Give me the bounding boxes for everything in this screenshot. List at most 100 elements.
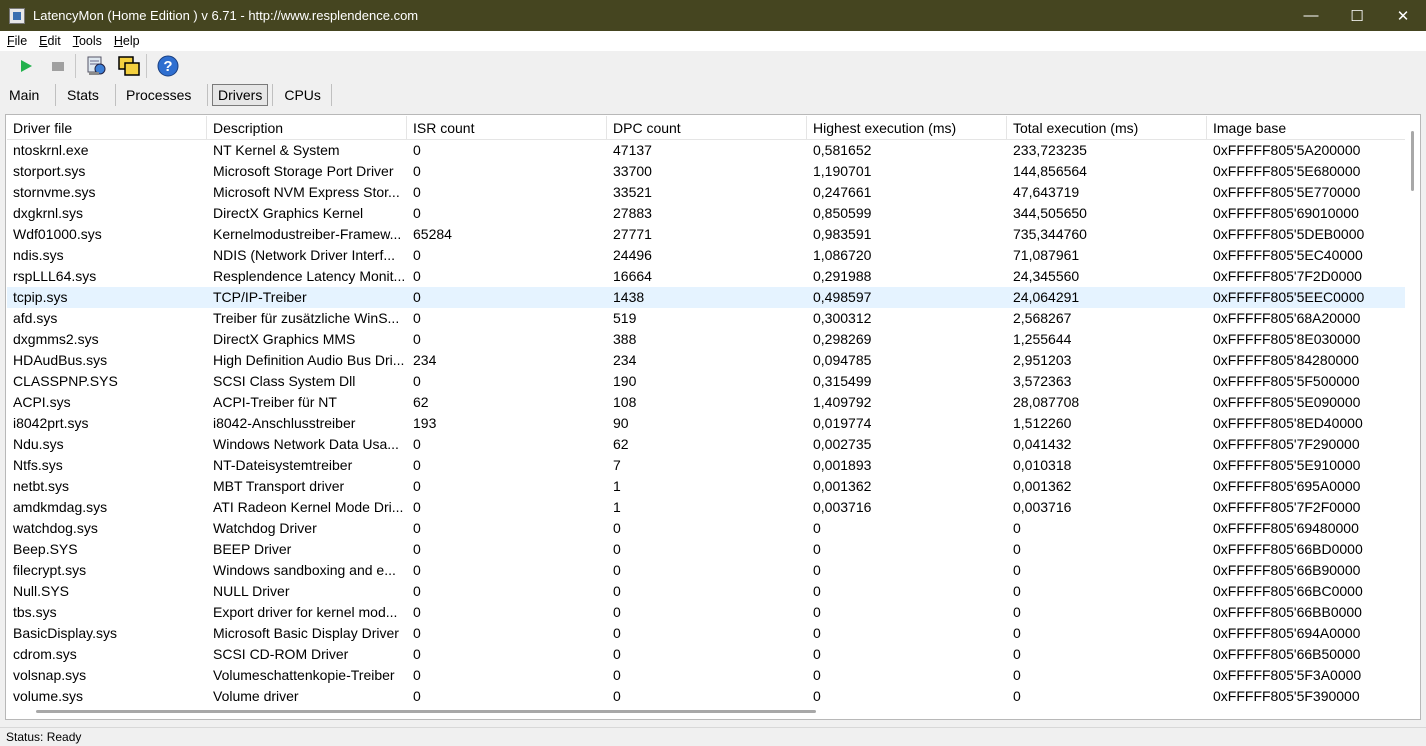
close-button[interactable]: ✕	[1380, 0, 1426, 31]
table-cell: 0	[813, 625, 821, 641]
horizontal-scroll-thumb[interactable]	[36, 710, 816, 713]
table-cell: 0	[413, 583, 421, 599]
table-cell: Export driver for kernel mod...	[213, 604, 398, 620]
report-button[interactable]	[83, 53, 111, 79]
table-cell: 2,568267	[1013, 310, 1072, 326]
table-cell: 0	[413, 646, 421, 662]
table-cell: 233,723235	[1013, 142, 1087, 158]
table-row[interactable]: Beep.SYS BEEP Driver 0 0 0 0 0xFFFFF805'66BD00…	[7, 539, 1405, 560]
table-row[interactable]: volsnap.sys Volumeschattenkopie-Treiber 0 0…	[7, 665, 1405, 686]
column-header-highest-execution[interactable]: Highest execution (ms)	[807, 116, 1007, 139]
table-cell: 28,087708	[1013, 394, 1080, 410]
table-cell: 33521	[613, 184, 652, 200]
table-cell: dxgmms2.sys	[13, 331, 99, 347]
table-cell: 0xFFFFF805'68A20000	[1213, 310, 1361, 326]
table-cell: 0	[413, 268, 421, 284]
menu-help[interactable]: Help	[108, 34, 146, 48]
table-row[interactable]: tbs.sys Export driver for kernel mod... 0 0…	[7, 602, 1405, 623]
table-cell: TCP/IP-Treiber	[213, 289, 307, 305]
table-cell: 0	[613, 520, 621, 536]
tab-drivers[interactable]: Drivers	[212, 84, 269, 106]
column-header-isr-count[interactable]: ISR count	[407, 116, 607, 139]
table-cell: 33700	[613, 163, 652, 179]
menu-file-accel: F	[7, 34, 15, 48]
start-button[interactable]	[12, 53, 40, 79]
table-row[interactable]: cdrom.sys SCSI CD-ROM Driver 0 0 0 0 0xFFFFF80…	[7, 644, 1405, 665]
table-cell: 47,643719	[1013, 184, 1080, 200]
table-row[interactable]: Null.SYS NULL Driver 0 0 0 0 0xFFFFF805'66BC00…	[7, 581, 1405, 602]
table-row[interactable]: rspLLL64.sys Resplendence Latency Monit..…	[7, 266, 1405, 287]
minimize-button[interactable]: —	[1288, 0, 1334, 31]
table-row[interactable]: stornvme.sys Microsoft NVM Express Stor..…	[7, 182, 1405, 203]
maximize-button[interactable]: ☐	[1334, 0, 1380, 31]
table-cell: 0	[1013, 625, 1021, 641]
column-header-description[interactable]: Description	[207, 116, 407, 139]
table-cell: SCSI CD-ROM Driver	[213, 646, 349, 662]
table-row[interactable]: ntoskrnl.exe NT Kernel & System 0 47137 0,58…	[7, 140, 1405, 161]
menu-edit[interactable]: Edit	[33, 34, 67, 48]
table-row[interactable]: tcpip.sys TCP/IP-Treiber 0 1438 0,498597 24,0…	[7, 287, 1405, 308]
table-cell: 0	[413, 478, 421, 494]
table-row[interactable]: dxgkrnl.sys DirectX Graphics Kernel 0 27883…	[7, 203, 1405, 224]
table-row[interactable]: Ntfs.sys NT-Dateisystemtreiber 0 7 0,001893 0…	[7, 455, 1405, 476]
table-cell: NT Kernel & System	[213, 142, 340, 158]
menu-file[interactable]: File	[0, 34, 33, 48]
table-cell: Windows Network Data Usa...	[213, 436, 399, 452]
table-row[interactable]: netbt.sys MBT Transport driver 0 1 0,001362 0…	[7, 476, 1405, 497]
column-header-image-base[interactable]: Image base	[1207, 116, 1405, 139]
help-button[interactable]: ?	[154, 53, 182, 79]
tab-processes[interactable]: Processes	[126, 84, 207, 106]
table-cell: 0xFFFFF805'5EC40000	[1213, 247, 1363, 263]
vertical-scrollbar[interactable]	[1406, 115, 1420, 704]
menu-edit-label: dit	[47, 34, 61, 48]
table-cell: 0,498597	[813, 289, 872, 305]
table-row[interactable]: afd.sys Treiber für zusätzliche WinS... 0 5…	[7, 308, 1405, 329]
toolbar-separator	[146, 54, 147, 78]
table-cell: 0,315499	[813, 373, 872, 389]
vertical-scroll-thumb[interactable]	[1411, 131, 1414, 191]
tab-stats[interactable]: Stats	[67, 84, 115, 106]
table-cell: tbs.sys	[13, 604, 57, 620]
table-cell: 2,951203	[1013, 352, 1072, 368]
tab-cpus[interactable]: CPUs	[284, 84, 331, 106]
table-row[interactable]: CLASSPNP.SYS SCSI Class System Dll 0 190 0,3…	[7, 371, 1405, 392]
horizontal-scrollbar[interactable]	[6, 704, 1420, 719]
table-cell: 0xFFFFF805'5E770000	[1213, 184, 1361, 200]
table-cell: NULL Driver	[213, 583, 290, 599]
table-cell: 0	[413, 667, 421, 683]
table-cell: NDIS (Network Driver Interf...	[213, 247, 396, 263]
table-row[interactable]: storport.sys Microsoft Storage Port Drive…	[7, 161, 1405, 182]
table-cell: Resplendence Latency Monit...	[213, 268, 406, 284]
column-header-total-execution[interactable]: Total execution (ms)	[1007, 116, 1207, 139]
table-row[interactable]: i8042prt.sys i8042-Anschlusstreiber 193 90 0…	[7, 413, 1405, 434]
table-row[interactable]: HDAudBus.sys High Definition Audio Bus Dr…	[7, 350, 1405, 371]
table-row[interactable]: ACPI.sys ACPI-Treiber für NT 62 108 1,409792…	[7, 392, 1405, 413]
table-cell: 0,983591	[813, 226, 872, 242]
table-cell: 193	[413, 415, 437, 431]
stop-button[interactable]	[44, 53, 72, 79]
menu-tools[interactable]: Tools	[67, 34, 108, 48]
table-row[interactable]: Ndu.sys Windows Network Data Usa... 0 62 0,0…	[7, 434, 1405, 455]
table-row[interactable]: dxgmms2.sys DirectX Graphics MMS 0 388 0,298…	[7, 329, 1405, 350]
table-cell: 0xFFFFF805'5DEB0000	[1213, 226, 1365, 242]
table-row[interactable]: amdkmdag.sys ATI Radeon Kernel Mode Dri..…	[7, 497, 1405, 518]
table-row[interactable]: filecrypt.sys Windows sandboxing and e...…	[7, 560, 1405, 581]
table-cell: 0	[613, 604, 621, 620]
table-body: ntoskrnl.exe NT Kernel & System 0 47137 0,58…	[7, 140, 1405, 707]
table-cell: 0xFFFFF805'5E680000	[1213, 163, 1361, 179]
table-row[interactable]: ndis.sys NDIS (Network Driver Interf... 0 2…	[7, 245, 1405, 266]
table-cell: 0	[413, 205, 421, 221]
table-row[interactable]: watchdog.sys Watchdog Driver 0 0 0 0 0xFFFFF80…	[7, 518, 1405, 539]
column-header-driver-file[interactable]: Driver file	[7, 116, 207, 139]
table-cell: 27771	[613, 226, 652, 242]
column-header-dpc-count[interactable]: DPC count	[607, 116, 807, 139]
drivers-table[interactable]: Driver file Description ISR count DPC co…	[5, 114, 1421, 720]
windows-button[interactable]	[115, 53, 143, 79]
toolbar-separator	[75, 54, 76, 78]
table-cell: Watchdog Driver	[213, 520, 317, 536]
tab-main[interactable]: Main	[9, 84, 55, 106]
table-row[interactable]: Wdf01000.sys Kernelmodustreiber-Framew...…	[7, 224, 1405, 245]
table-row[interactable]: BasicDisplay.sys Microsoft Basic Display …	[7, 623, 1405, 644]
table-cell: 108	[613, 394, 637, 410]
table-cell: 0,247661	[813, 184, 872, 200]
